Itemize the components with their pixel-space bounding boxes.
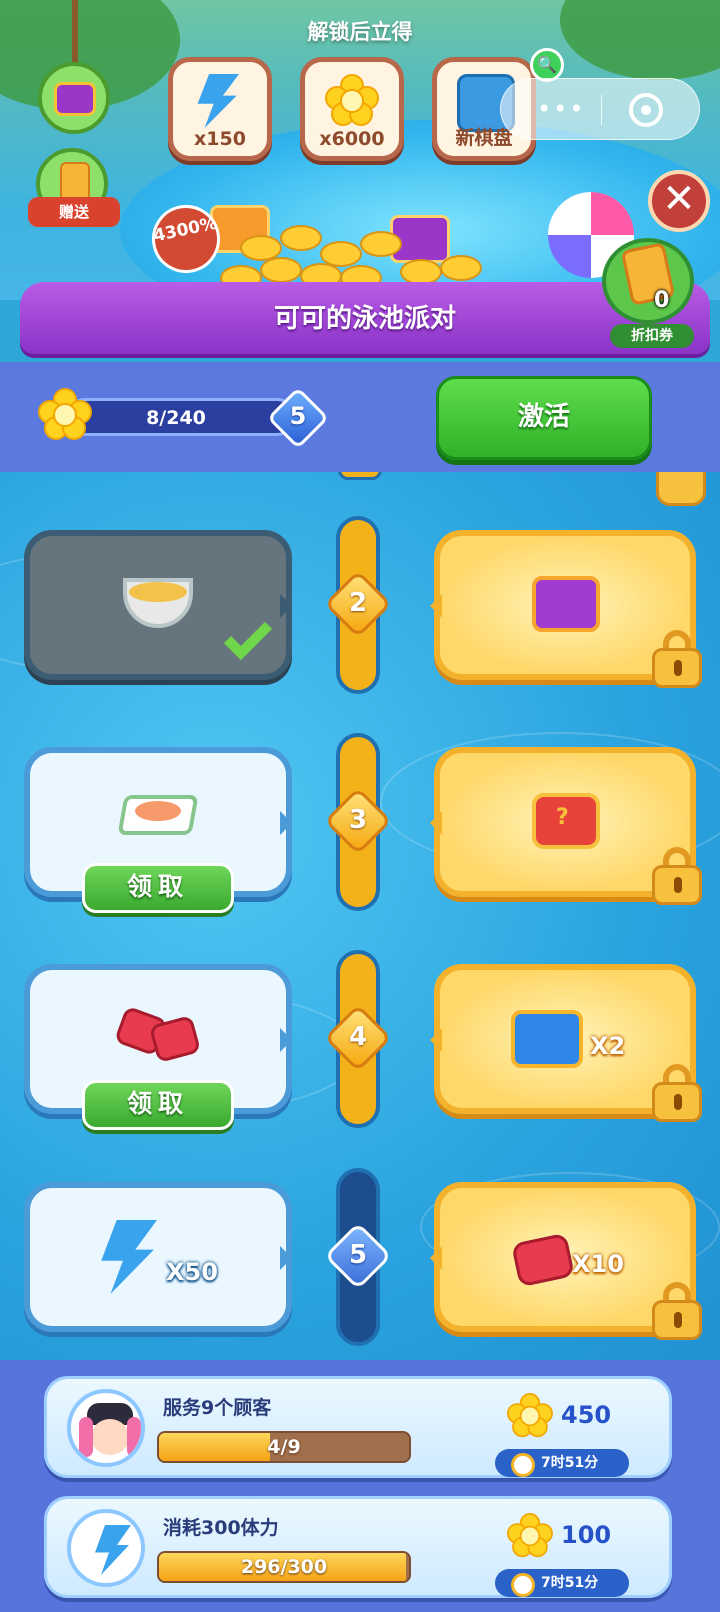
soup-bowl-icon [113, 568, 203, 640]
level-number: 4 [348, 1022, 368, 1052]
level-number: 5 [348, 1240, 368, 1270]
premium-reward-card[interactable]: ? [430, 747, 702, 905]
lock-icon [652, 630, 702, 688]
task-name: 消耗300体力 [163, 1517, 279, 1539]
reward-quantity: x150 [194, 128, 246, 150]
gift-chest-button[interactable] [38, 62, 110, 134]
flower-coin-icon [38, 388, 92, 442]
check-icon [223, 611, 273, 661]
flower-coin-icon [325, 74, 379, 126]
free-reward-card[interactable]: 领取 [24, 747, 292, 913]
task-list: 服务9个顾客 4/9 450 7时51分 消耗300体力 296/300 100… [0, 1360, 720, 1612]
task-name: 服务9个顾客 [163, 1397, 272, 1419]
free-reward-card[interactable]: X50 [24, 1182, 292, 1332]
task-reward-value: 100 [561, 1521, 612, 1549]
claim-button[interactable]: 领取 [82, 1080, 234, 1130]
task-timer: 7时51分 [495, 1449, 629, 1477]
track-row-level-5: X50 5 X10 [0, 1168, 720, 1346]
more-menu-icon[interactable]: ••• [537, 95, 585, 123]
lock-icon [652, 847, 702, 905]
reward-quantity: X10 [572, 1250, 624, 1278]
level-number: 2 [348, 588, 368, 618]
exit-miniprogram-icon[interactable] [629, 93, 663, 127]
premium-reward-card[interactable]: X2 [430, 964, 702, 1122]
level-number: 3 [348, 805, 368, 835]
magnify-icon[interactable]: 🔍 [530, 48, 564, 82]
coupon-count: 0 [654, 288, 670, 313]
coin-pile-decor [200, 195, 500, 295]
flower-coin-icon [507, 1393, 555, 1441]
level-node: 4 [324, 1004, 392, 1072]
free-reward-card[interactable]: 领取 [24, 964, 292, 1130]
claim-button[interactable]: 领取 [82, 863, 234, 913]
energy-bolt-icon [67, 1509, 145, 1587]
blue-chest-icon [505, 1002, 595, 1074]
coupon-label: 折扣券 [610, 324, 694, 348]
task-item[interactable]: 消耗300体力 296/300 100 7时51分 [44, 1496, 672, 1598]
level-node: 2 [324, 570, 392, 638]
discount-coupon-button[interactable]: 0 折扣券 [602, 238, 702, 348]
ruby-gems-icon [113, 996, 203, 1068]
premium-reward-card[interactable]: X10 [430, 1182, 702, 1340]
current-level-number: 5 [289, 402, 307, 430]
unlock-reward-flowers[interactable]: x6000 [300, 57, 404, 161]
lock-icon [652, 1064, 702, 1122]
track-spine-segment [338, 472, 382, 480]
chest-icon [54, 82, 96, 116]
give-label: 赠送 [28, 197, 120, 227]
capsule-divider [601, 95, 602, 125]
progress-row: 8/240 5 激活 [0, 362, 720, 472]
track-row-level-3: 领取 3 ? [0, 733, 720, 913]
track-row-level-2: 2 [0, 516, 720, 694]
track-row-level-4: 领取 4 X2 [0, 950, 720, 1130]
purple-chest-icon [520, 568, 610, 640]
reward-quantity: X2 [590, 1032, 626, 1060]
task-reward-value: 450 [561, 1401, 612, 1429]
customer-avatar-icon [67, 1389, 145, 1467]
unlock-reward-energy[interactable]: x150 [168, 57, 272, 161]
coupon-ticket-icon [60, 162, 90, 202]
task-progress-bar: 296/300 [157, 1551, 411, 1583]
miniprogram-capsule: ••• [500, 78, 700, 140]
level-node: 5 [324, 1222, 392, 1290]
seafood-dish-icon [113, 779, 203, 851]
lock-icon [652, 1282, 702, 1340]
task-timer: 7时51分 [495, 1569, 629, 1597]
task-progress-text: 4/9 [267, 1436, 301, 1458]
free-reward-card[interactable] [24, 530, 292, 680]
points-progress-bar: 8/240 [66, 398, 296, 436]
activate-button[interactable]: 激活 [436, 376, 652, 460]
task-progress-bar: 4/9 [157, 1431, 411, 1463]
points-progress-text: 8/240 [146, 407, 206, 429]
task-progress-text: 296/300 [240, 1556, 328, 1578]
level-node: 3 [324, 787, 392, 855]
lock-icon [656, 472, 706, 506]
energy-bolt-icon [193, 74, 247, 128]
rope-decor [72, 0, 78, 64]
mystery-chest-icon: ? [520, 785, 610, 857]
reward-quantity: x6000 [319, 128, 385, 150]
task-item[interactable]: 服务9个顾客 4/9 450 7时51分 [44, 1376, 672, 1478]
flower-coin-icon [507, 1513, 555, 1561]
reward-track[interactable]: 2 领取 3 ? 领取 4 X2 X50 5 X10 [0, 472, 720, 1360]
close-button[interactable]: ✕ [648, 170, 710, 232]
unlock-rewards-title: 解锁后立得 [307, 20, 413, 44]
reward-quantity: X50 [166, 1258, 218, 1286]
premium-reward-card[interactable] [430, 530, 702, 688]
current-level-badge: 5 [266, 386, 330, 450]
